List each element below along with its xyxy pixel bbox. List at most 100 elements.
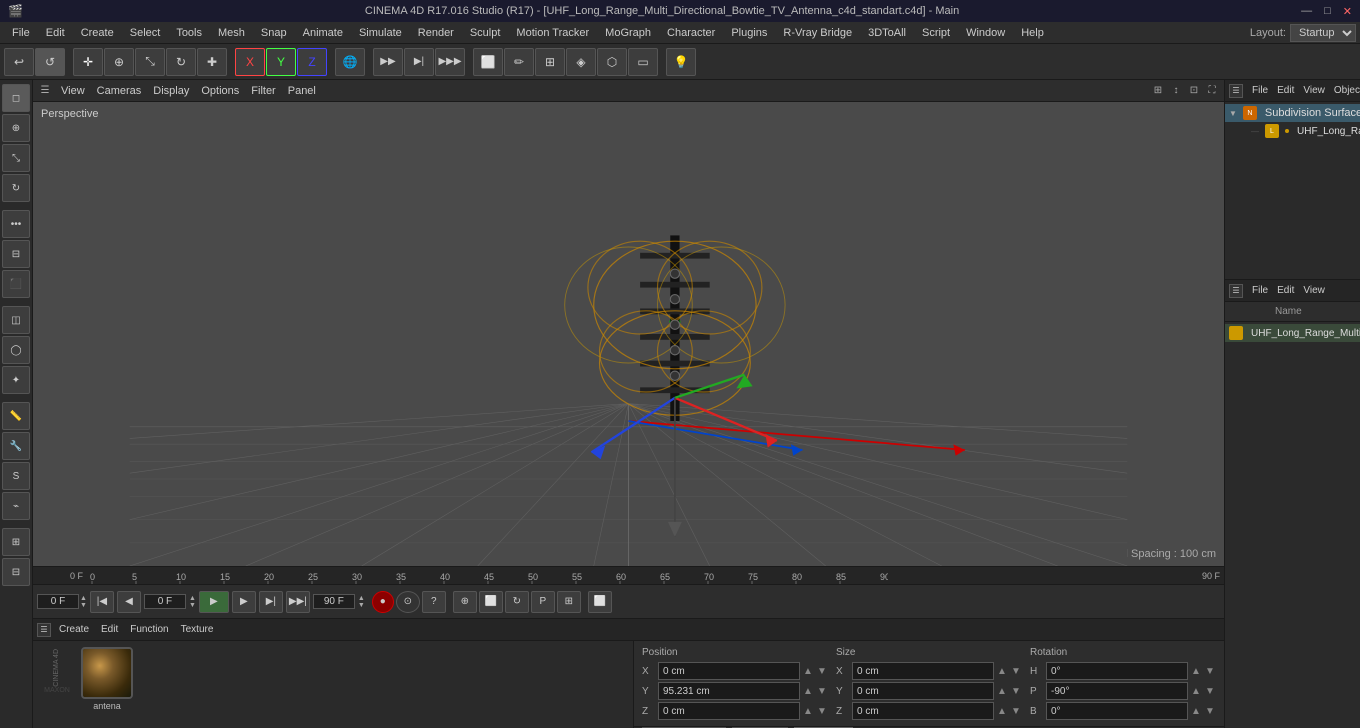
menu-create[interactable]: Create (73, 25, 122, 41)
deformer-button[interactable]: ◈ (566, 48, 596, 76)
play-button[interactable]: ▶ (199, 591, 229, 613)
prev-frame-button[interactable]: ◀ (117, 591, 141, 613)
menu-sculpt[interactable]: Sculpt (462, 25, 509, 41)
param-key-button[interactable]: P (531, 591, 555, 613)
field-button[interactable]: ⬡ (597, 48, 627, 76)
sidebtn-ik[interactable]: ⌁ (2, 492, 30, 520)
transform-tool-button[interactable]: ✚ (197, 48, 227, 76)
z-axis-button[interactable]: Z (297, 48, 327, 76)
render-active-button[interactable]: ▶| (404, 48, 434, 76)
size-y-arrow-down[interactable]: ▼ (1010, 686, 1022, 697)
vp-icon-maximize[interactable]: ⛶ (1204, 83, 1220, 99)
scale-key-button[interactable]: ⬜ (479, 591, 503, 613)
key-help-button[interactable]: ? (422, 591, 446, 613)
sidebtn-light2[interactable]: ✦ (2, 366, 30, 394)
menu-vray[interactable]: R-Vray Bridge (775, 25, 860, 41)
select-tool-button[interactable]: ✛ (73, 48, 103, 76)
timeline-ruler[interactable]: 0 5 10 15 20 25 30 35 40 45 50 55 60 65 (33, 566, 1224, 584)
light-button[interactable]: 💡 (666, 48, 696, 76)
obj-menu-view[interactable]: View (1299, 85, 1329, 96)
sidebtn-polygons[interactable]: ⬛ (2, 270, 30, 298)
mat-menu-function[interactable]: Function (126, 624, 172, 635)
rot-p-input[interactable] (1046, 682, 1188, 700)
sidebtn-rotate[interactable]: ↻ (2, 174, 30, 202)
attr-menu-view[interactable]: View (1299, 285, 1329, 296)
viewport-menu-icon[interactable]: ☰ (37, 83, 53, 99)
current-frame-input[interactable] (37, 594, 79, 609)
size-z-input[interactable] (852, 702, 994, 720)
size-z-arrow-down[interactable]: ▼ (1010, 706, 1022, 717)
rot-h-input[interactable] (1046, 662, 1188, 680)
sidebtn-scale[interactable]: ⤡ (2, 144, 30, 172)
size-x-arrow-up[interactable]: ▲ (996, 666, 1008, 677)
mat-menu-texture[interactable]: Texture (177, 624, 218, 635)
start-frame-input[interactable] (144, 594, 186, 609)
last-frame-button[interactable]: ▶▶| (286, 591, 310, 613)
world-coord-button[interactable]: 🌐 (335, 48, 365, 76)
vp-icon-1[interactable]: ⊞ (1150, 83, 1166, 99)
rot-p-arrow-up[interactable]: ▲ (1190, 686, 1202, 697)
vp-menu-options[interactable]: Options (197, 85, 243, 97)
pen-button[interactable]: ✏ (504, 48, 534, 76)
menu-render[interactable]: Render (410, 25, 462, 41)
menu-3dtoall[interactable]: 3DToAll (860, 25, 914, 41)
sidebtn-floor[interactable]: ⊟ (2, 558, 30, 586)
size-y-arrow-up[interactable]: ▲ (996, 686, 1008, 697)
size-x-input[interactable] (852, 662, 994, 680)
prev-key-button[interactable]: |◀ (90, 591, 114, 613)
mat-menu-edit[interactable]: Edit (97, 624, 122, 635)
menu-file[interactable]: File (4, 25, 38, 41)
menu-animate[interactable]: Animate (295, 25, 351, 41)
render-region-button[interactable]: ▶▶ (373, 48, 403, 76)
menu-edit[interactable]: Edit (38, 25, 73, 41)
rot-p-arrow-down[interactable]: ▼ (1204, 686, 1216, 697)
sidebtn-select[interactable]: ◻ (2, 84, 30, 112)
sidebtn-sphere[interactable]: ◯ (2, 336, 30, 364)
auto-key-button[interactable]: ⊙ (396, 591, 420, 613)
vp-menu-display[interactable]: Display (149, 85, 193, 97)
sidebtn-ruler[interactable]: 📏 (2, 402, 30, 430)
pos-x-arrow-up[interactable]: ▲ (802, 666, 814, 677)
sidebtn-snap[interactable]: 🔧 (2, 432, 30, 460)
record-button[interactable]: ● (372, 591, 394, 613)
attr-menu-file[interactable]: File (1248, 285, 1272, 296)
menu-simulate[interactable]: Simulate (351, 25, 410, 41)
render-all-button[interactable]: ▶▶▶ (435, 48, 465, 76)
redo-button[interactable]: ↺ (35, 48, 65, 76)
menu-character[interactable]: Character (659, 25, 723, 41)
menu-mograph[interactable]: MoGraph (597, 25, 659, 41)
cube-button[interactable]: ⬜ (473, 48, 503, 76)
size-y-input[interactable] (852, 682, 994, 700)
obj-menu-objects[interactable]: Objects (1330, 85, 1360, 96)
size-x-arrow-down[interactable]: ▼ (1010, 666, 1022, 677)
auto-key2-button[interactable]: ⬜ (588, 591, 612, 613)
layout-dropdown[interactable]: Startup (1290, 24, 1356, 42)
vp-menu-panel[interactable]: Panel (284, 85, 320, 97)
sidebtn-points[interactable]: ••• (2, 210, 30, 238)
maximize-button[interactable]: □ (1324, 5, 1331, 18)
rot-b-arrow-up[interactable]: ▲ (1190, 706, 1202, 717)
viewport-canvas[interactable]: Perspective Grid Spacing : 100 cm (33, 102, 1224, 566)
menu-snap[interactable]: Snap (253, 25, 295, 41)
rotate-tool-button[interactable]: ↻ (166, 48, 196, 76)
pos-z-arrow-down[interactable]: ▼ (816, 706, 828, 717)
menu-plugins[interactable]: Plugins (723, 25, 775, 41)
move-tool-button[interactable]: ⊕ (104, 48, 134, 76)
vp-menu-cameras[interactable]: Cameras (93, 85, 146, 97)
vp-icon-3[interactable]: ⊡ (1186, 83, 1202, 99)
pos-y-arrow-up[interactable]: ▲ (802, 686, 814, 697)
vp-menu-view[interactable]: View (57, 85, 89, 97)
end-frame-input[interactable] (313, 594, 355, 609)
vp-menu-filter[interactable]: Filter (247, 85, 279, 97)
menu-window[interactable]: Window (958, 25, 1013, 41)
mat-menu-create[interactable]: Create (55, 624, 93, 635)
obj-menu-file[interactable]: File (1248, 85, 1272, 96)
uhf-antenna-row[interactable]: — L UHF_Long_Range_Multi_Directional_Bow… (1237, 122, 1360, 140)
pos-z-arrow-up[interactable]: ▲ (802, 706, 814, 717)
obj-menu-edit[interactable]: Edit (1273, 85, 1298, 96)
nurbs-button[interactable]: ⊞ (535, 48, 565, 76)
rot-h-arrow-down[interactable]: ▼ (1204, 666, 1216, 677)
y-axis-button[interactable]: Y (266, 48, 296, 76)
menu-help[interactable]: Help (1013, 25, 1052, 41)
vp-icon-2[interactable]: ↕ (1168, 83, 1184, 99)
